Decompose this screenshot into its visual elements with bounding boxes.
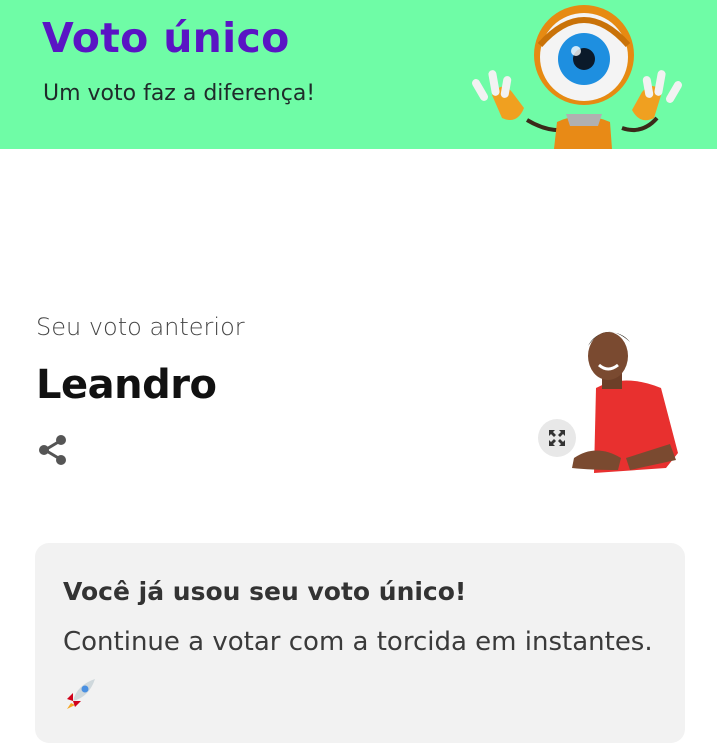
notice-title: Você já usou seu voto único! (63, 577, 467, 606)
candidate-photo (572, 331, 678, 473)
page-title: Voto único (42, 14, 290, 62)
share-icon[interactable] (36, 433, 70, 467)
mascot-illustration (472, 5, 682, 149)
notice-card: Você já usou seu voto único! Continue a … (35, 543, 685, 743)
expand-icon (549, 430, 565, 446)
previous-vote-name: Leandro (36, 362, 217, 408)
page-subtitle: Um voto faz a diferença! (43, 81, 316, 106)
rocket-icon (67, 679, 95, 709)
header-banner: Voto único Um voto faz a diferença! (0, 0, 717, 149)
previous-vote-label: Seu voto anterior (36, 313, 245, 341)
notice-text: Continue a votar com a torcida em instan… (63, 627, 653, 657)
